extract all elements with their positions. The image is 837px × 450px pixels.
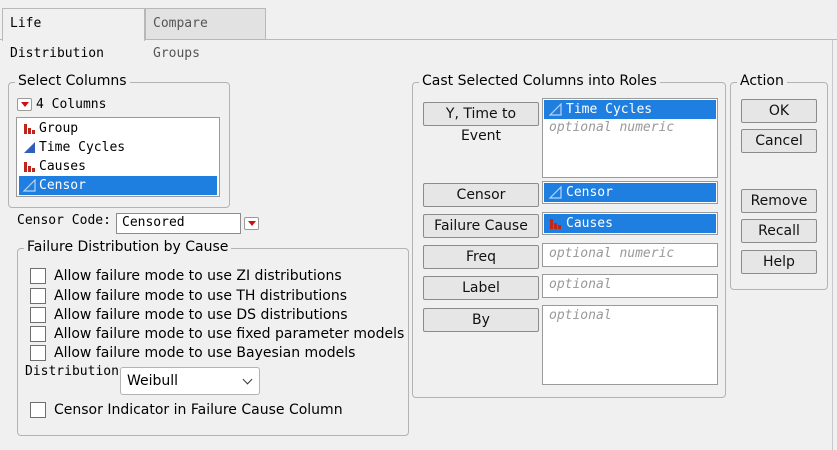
- failure-distribution-title: Failure Distribution by Cause: [24, 238, 232, 256]
- distribution-select[interactable]: Weibull: [120, 367, 260, 395]
- role-placeholder: optional numeric: [549, 246, 675, 261]
- checkbox-label: Censor Indicator in Failure Cause Column: [54, 402, 343, 418]
- list-item-causes[interactable]: Causes: [19, 157, 217, 176]
- column-name: Causes: [39, 159, 86, 174]
- role-box-y-time-to-event[interactable]: Time Cycles optional numeric: [542, 98, 718, 178]
- checkbox-box[interactable]: [30, 288, 46, 304]
- checkbox-label: Allow failure mode to use ZI distributio…: [54, 268, 342, 284]
- role-button-freq[interactable]: Freq: [423, 245, 539, 269]
- chevron-down-icon: [242, 374, 253, 385]
- censor-code-field[interactable]: Censored: [116, 213, 241, 234]
- role-placeholder: optional: [549, 277, 612, 292]
- distribution-label: Distribution: [25, 364, 119, 379]
- nominal-bar-icon: [24, 162, 35, 172]
- checkbox-box[interactable]: [30, 402, 46, 418]
- list-item-group[interactable]: Group: [19, 119, 217, 138]
- role-button-label[interactable]: Label: [423, 276, 539, 300]
- column-name: Group: [39, 121, 79, 136]
- checkbox-label: Allow failure mode to use TH distributio…: [54, 288, 347, 304]
- checkbox-box[interactable]: [30, 345, 46, 361]
- panel-border: [832, 40, 833, 450]
- role-button-failure-cause[interactable]: Failure Cause: [423, 214, 539, 238]
- select-columns-group: Select Columns 4 Columns Group Time Cycl…: [8, 72, 230, 208]
- role-button-by[interactable]: By: [423, 308, 539, 332]
- role-item-label: Causes: [566, 216, 613, 231]
- ok-button[interactable]: OK: [741, 99, 817, 123]
- checkbox-label: Allow failure mode to use Bayesian model…: [54, 345, 356, 361]
- nominal-bar-icon: [24, 124, 35, 134]
- role-item-time-cycles[interactable]: Time Cycles: [544, 100, 716, 119]
- help-button[interactable]: Help: [741, 250, 817, 274]
- checkbox-label: Allow failure mode to use DS distributio…: [54, 307, 348, 323]
- tab-life-distribution[interactable]: Life Distribution: [2, 8, 145, 61]
- role-box-by[interactable]: optional: [542, 305, 718, 385]
- role-box-freq[interactable]: optional numeric: [542, 243, 718, 267]
- role-item-label: Time Cycles: [566, 102, 653, 117]
- continuous-triangle-icon: [24, 142, 35, 153]
- distribution-value: Weibull: [127, 373, 179, 389]
- tab-compare-groups[interactable]: Compare Groups: [145, 8, 266, 61]
- cancel-button[interactable]: Cancel: [741, 129, 817, 153]
- continuous-triangle-icon: [549, 103, 562, 116]
- continuous-triangle-icon: [23, 179, 36, 192]
- checkbox-label: Allow failure mode to use fixed paramete…: [54, 326, 405, 342]
- checkbox-box[interactable]: [30, 268, 46, 284]
- role-placeholder: optional numeric: [549, 120, 675, 135]
- columns-count-label: 4 Columns: [36, 97, 107, 112]
- role-placeholder: optional: [549, 308, 612, 323]
- column-name: Time Cycles: [39, 140, 126, 155]
- censor-code-dropdown-icon[interactable]: [244, 217, 259, 230]
- checkbox-box[interactable]: [30, 307, 46, 323]
- list-item-time-cycles[interactable]: Time Cycles: [19, 138, 217, 157]
- role-box-label[interactable]: optional: [542, 274, 718, 298]
- checkbox-box[interactable]: [30, 326, 46, 342]
- censor-code-label: Censor Code:: [17, 213, 111, 228]
- tab-bar: Life Distribution Compare Groups: [0, 0, 837, 61]
- cast-roles-title: Cast Selected Columns into Roles: [419, 72, 660, 90]
- column-name: Censor: [39, 178, 86, 193]
- remove-button[interactable]: Remove: [741, 189, 817, 213]
- select-columns-title: Select Columns: [15, 72, 130, 90]
- role-box-censor[interactable]: Censor: [542, 181, 718, 204]
- role-box-failure-cause[interactable]: Causes: [542, 212, 718, 235]
- recall-button[interactable]: Recall: [741, 219, 817, 243]
- role-button-y-time-to-event[interactable]: Y, Time to Event: [423, 102, 539, 144]
- role-button-censor[interactable]: Censor: [423, 183, 539, 207]
- continuous-triangle-icon: [549, 186, 562, 199]
- action-title: Action: [737, 72, 787, 90]
- nominal-bar-icon: [550, 219, 561, 229]
- role-item-causes[interactable]: Causes: [544, 214, 716, 233]
- role-item-label: Censor: [566, 185, 613, 200]
- role-item-censor[interactable]: Censor: [544, 183, 716, 202]
- list-item-censor[interactable]: Censor: [19, 176, 217, 195]
- columns-menu-icon[interactable]: [17, 98, 32, 111]
- columns-listbox[interactable]: Group Time Cycles Causes Censor: [16, 117, 220, 197]
